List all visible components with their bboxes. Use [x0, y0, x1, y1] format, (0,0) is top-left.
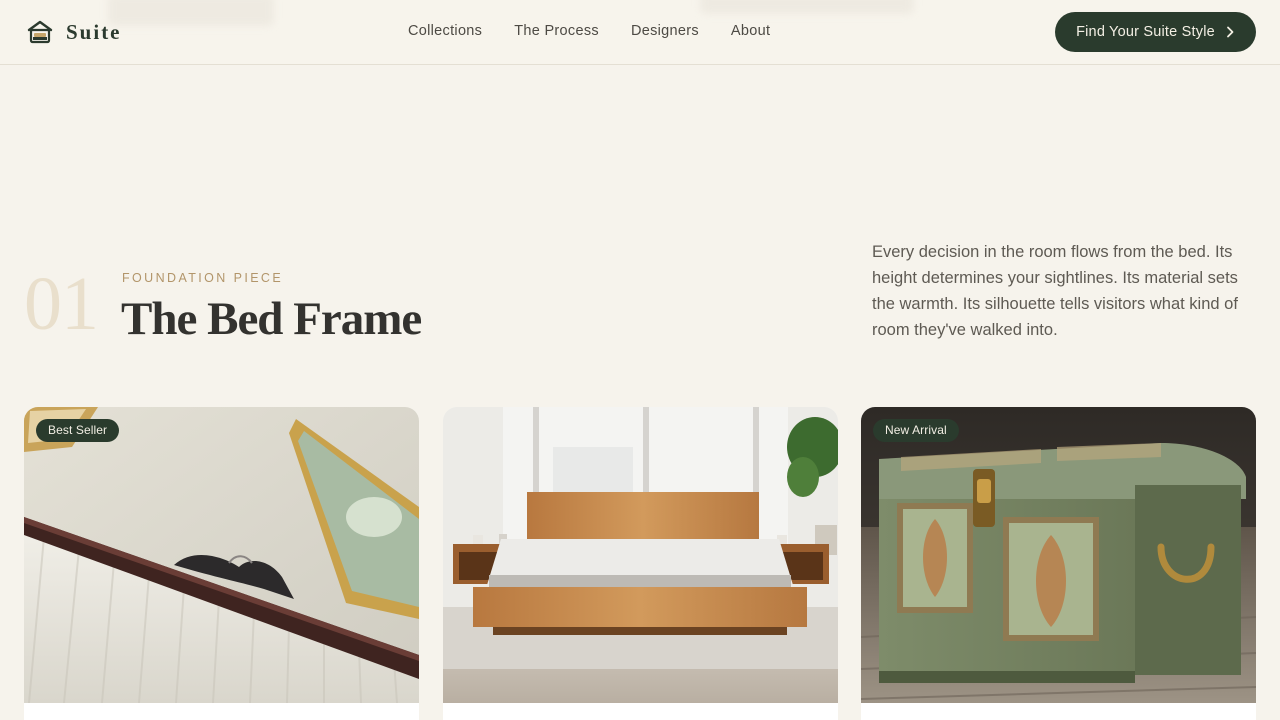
- product-card[interactable]: [443, 407, 838, 720]
- headboard-photo: [24, 407, 419, 703]
- header-backdrop-blur: [700, 0, 914, 14]
- header-backdrop-blur: [108, 0, 274, 26]
- section-title: The Bed Frame: [121, 293, 422, 345]
- find-suite-style-button[interactable]: Find Your Suite Style: [1055, 12, 1256, 52]
- brand-name: Suite: [66, 19, 122, 44]
- nav-item-designers[interactable]: Designers: [631, 23, 699, 39]
- nav-item-about[interactable]: About: [731, 23, 770, 39]
- section-number: 01: [24, 262, 99, 346]
- cta-label: Find Your Suite Style: [1076, 24, 1215, 40]
- product-card-body: [443, 703, 838, 720]
- site-header: Suite Collections The Process Designers …: [0, 0, 1280, 65]
- best-seller-badge: Best Seller: [36, 419, 120, 442]
- section-eyebrow: FOUNDATION PIECE: [122, 271, 284, 285]
- product-card[interactable]: New Arrival: [861, 407, 1256, 720]
- nav-item-process[interactable]: The Process: [514, 23, 599, 39]
- new-arrival-badge: New Arrival: [873, 419, 959, 442]
- product-card[interactable]: Best Seller: [24, 407, 419, 720]
- product-card-body: [861, 703, 1256, 720]
- bed-house-icon: [27, 20, 53, 44]
- chevron-right-icon: [1227, 26, 1234, 38]
- nav-item-collections[interactable]: Collections: [408, 23, 482, 39]
- section-description: Every decision in the room flows from th…: [872, 243, 1238, 339]
- main-nav: Collections The Process Designers About: [408, 23, 770, 39]
- brand-logo[interactable]: Suite: [26, 18, 122, 46]
- platform-bed-photo: [443, 407, 838, 703]
- product-card-body: [24, 703, 419, 720]
- storage-chest-photo: [861, 407, 1256, 703]
